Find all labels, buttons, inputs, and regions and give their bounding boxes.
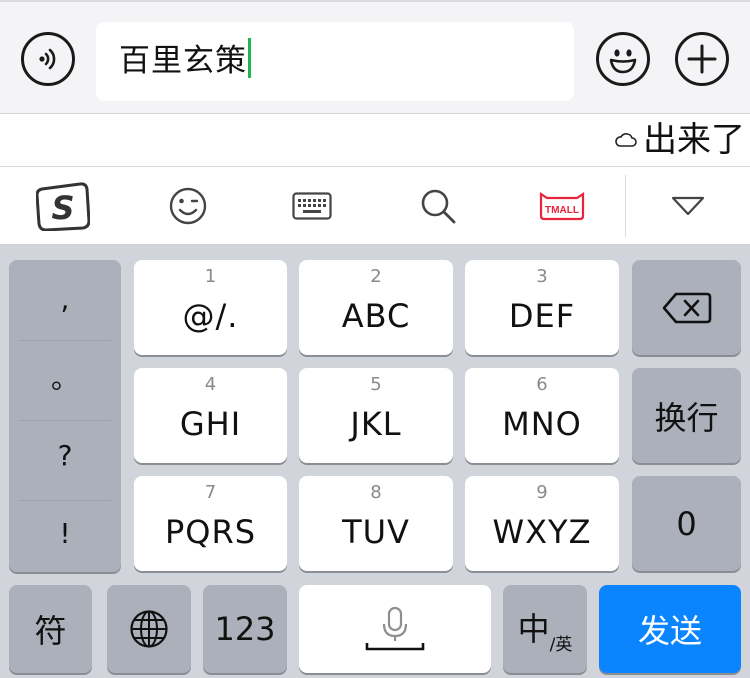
key-9[interactable]: 9 WXYZ [465,476,619,571]
key-letters: TUV [342,512,410,551]
key-number: 9 [536,482,548,503]
symbols-label: 符 [34,612,67,650]
add-button[interactable] [675,32,729,86]
cloud-icon [615,132,637,148]
key-number: 2 [370,266,382,287]
message-text: 百里玄策 [119,43,247,79]
zero-label: 0 [676,504,697,543]
message-input[interactable]: 百里玄策 [96,22,574,101]
microphone-icon [365,606,425,651]
key-number: 1 [204,266,217,287]
key-number: 3 [536,266,548,287]
key-number: 8 [370,482,382,503]
space-key[interactable] [299,585,491,673]
sogou-logo-button[interactable]: S [34,167,92,245]
candidate-bar: 出来了 [0,114,750,167]
key-4[interactable]: 4 GHI [134,368,287,463]
key-letters: MNO [502,404,582,443]
punct-exclaim-key[interactable]: ! [9,494,121,572]
key-3[interactable]: 3 DEF [465,260,619,355]
toolbar-divider [625,175,626,237]
candidate-suggestion[interactable]: 出来了 [615,118,745,162]
zero-key[interactable]: 0 [632,476,741,571]
tmall-label: TMALL [545,205,579,216]
chat-input-bar: 百里玄策 [0,0,750,114]
key-letters: JKL [350,404,402,443]
collapse-keyboard-button[interactable] [666,167,710,245]
language-switch-key[interactable]: 中/英 [503,585,587,673]
send-label: 发送 [637,612,702,650]
key-letters: GHI [179,404,242,443]
numbers-key[interactable]: 123 [203,585,287,673]
keyboard-switch-button[interactable] [290,167,334,245]
key-7[interactable]: 7 PQRS [134,476,287,571]
key-5[interactable]: 5 JKL [299,368,453,463]
newline-key[interactable]: 换行 [632,368,741,463]
ime-toolbar: S TMALL [0,167,750,245]
collapse-triangle-icon [671,196,705,216]
key-letters: DEF [508,296,576,335]
language-sub: /英 [549,634,573,655]
language-main: 中 [517,609,550,648]
voice-waves-icon [39,48,56,70]
key-letters: ABC [341,296,411,335]
globe-key[interactable] [107,585,191,673]
tmall-button[interactable]: TMALL [538,167,586,245]
punctuation-column[interactable]: , 。 ? ! [9,260,121,572]
sogou-logo-icon: S [36,182,90,231]
key-number: 4 [204,374,217,395]
newline-label: 换行 [654,398,719,437]
key-letters: PQRS [164,512,257,551]
symbols-key[interactable]: 符 [9,585,92,673]
emoji-panel-button[interactable] [166,167,210,245]
key-number: 6 [536,374,548,395]
text-caret [248,38,251,78]
punct-question-key[interactable]: ? [9,416,121,494]
key-1[interactable]: 1 @/. [134,260,287,355]
key-letters: @/. [182,296,239,335]
voice-button[interactable] [21,32,75,86]
search-icon [421,189,456,224]
language-label: 中/英 [518,604,573,655]
key-6[interactable]: 6 MNO [465,368,619,463]
punct-comma-key[interactable]: , [9,260,121,338]
key-number: 7 [204,482,217,503]
punct-period-key[interactable]: 。 [9,338,121,416]
nine-key-keyboard: , 。 ? ! 1 @/. 2 ABC 3 DEF 4 GHI 5 JKL 6 … [0,245,750,678]
svg-text:S: S [51,189,74,227]
numbers-label: 123 [214,610,276,648]
key-8[interactable]: 8 TUV [299,476,453,571]
key-letters: WXYZ [492,512,592,551]
plus-circle-icon [687,44,717,74]
backspace-icon [662,292,711,323]
keyboard-icon [292,192,332,220]
send-key[interactable]: 发送 [599,585,741,673]
search-button[interactable] [418,167,458,245]
candidate-text: 出来了 [643,120,745,160]
globe-icon [130,610,168,648]
backspace-key[interactable] [632,260,741,355]
emoji-button[interactable] [596,32,650,86]
key-2[interactable]: 2 ABC [299,260,453,355]
smiley-face-icon [609,49,637,74]
emoji-face-icon [169,187,207,225]
key-number: 5 [370,374,382,395]
